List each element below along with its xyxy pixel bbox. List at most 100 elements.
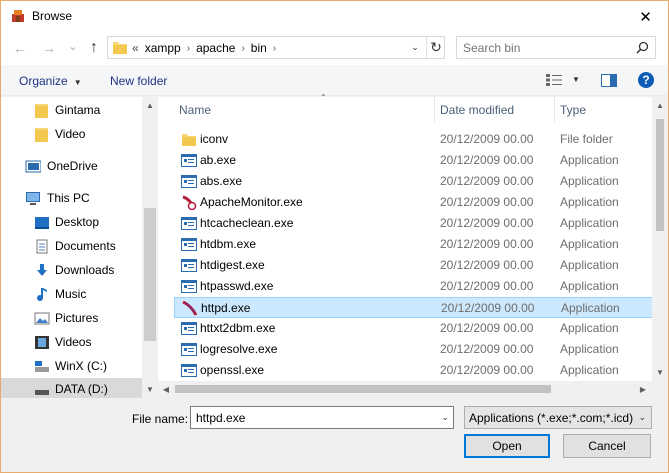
organize-label: Organize [19, 74, 68, 88]
column-divider[interactable] [554, 97, 555, 122]
scrollbar-thumb[interactable] [656, 119, 664, 231]
file-row[interactable]: openssl.exe 20/12/2009 00.00 Application [174, 360, 657, 381]
file-list-scrollbar[interactable]: ▲ ▼ [652, 97, 668, 381]
file-type: Application [560, 153, 619, 167]
sidebar-item-label: WinX (C:) [55, 359, 107, 373]
sort-ascending-icon: ⌃ [320, 93, 327, 102]
file-name-value[interactable]: httpd.exe [196, 411, 245, 425]
file-type: Application [560, 342, 619, 356]
column-header-type[interactable]: Type [560, 97, 586, 122]
sidebar-item-videos[interactable]: Videos [1, 331, 142, 353]
address-bar[interactable]: « xampp › apache › bin › ⌄ ↻ [107, 36, 445, 59]
app-icon [181, 174, 197, 189]
back-button[interactable]: ← [12, 40, 28, 56]
chevron-right-icon[interactable]: › [241, 43, 244, 54]
breadcrumb-xampp[interactable]: xampp [145, 41, 181, 55]
scroll-left-icon[interactable]: ◀ [158, 381, 174, 397]
file-row[interactable]: htdigest.exe 20/12/2009 00.00 Application [174, 255, 657, 276]
scroll-right-icon[interactable]: ▶ [635, 381, 651, 397]
view-options-button[interactable]: ▼ [546, 74, 582, 88]
file-date-modified: 20/12/2009 00.00 [440, 195, 534, 209]
folder-icon [181, 132, 197, 147]
address-dropdown-button[interactable]: ⌄ [406, 37, 424, 58]
sidebar-item-data-d[interactable]: DATA (D:) [1, 378, 142, 398]
file-type: Application [561, 301, 620, 315]
file-row[interactable]: htpasswd.exe 20/12/2009 00.00 Application [174, 276, 657, 297]
file-name: httxt2dbm.exe [200, 321, 276, 335]
sidebar-item-desktop[interactable]: Desktop [1, 211, 142, 233]
search-icon[interactable] [636, 41, 649, 54]
sidebar-item-gintama[interactable]: Gintama [1, 99, 142, 121]
sidebar-item-downloads[interactable]: Downloads [1, 259, 142, 281]
horizontal-scrollbar[interactable]: ◀ ▶ [158, 381, 652, 398]
search-input[interactable] [463, 40, 633, 55]
navigation-scrollbar[interactable]: ▲ ▼ [142, 97, 158, 398]
chevron-right-icon[interactable]: › [187, 43, 190, 54]
forward-button[interactable]: → [41, 40, 57, 56]
refresh-button[interactable]: ↻ [426, 37, 445, 58]
file-row[interactable]: ApacheMonitor.exe 20/12/2009 00.00 Applica… [174, 192, 657, 213]
file-name: htpasswd.exe [200, 279, 274, 293]
column-header-date[interactable]: Date modified [440, 97, 514, 122]
scroll-down-icon[interactable]: ▼ [652, 364, 668, 380]
up-button[interactable]: ↑ [86, 39, 102, 56]
organize-menu[interactable]: Organize ▼ [19, 74, 82, 88]
column-divider[interactable] [434, 97, 435, 122]
scroll-up-icon[interactable]: ▲ [142, 97, 158, 113]
file-name: ApacheMonitor.exe [200, 195, 303, 209]
file-row[interactable]: httxt2dbm.exe 20/12/2009 00.00 Application [174, 318, 657, 339]
music-icon [37, 288, 47, 302]
sidebar-item-winx-c[interactable]: WinX (C:) [1, 355, 142, 377]
new-folder-button[interactable]: New folder [110, 74, 167, 88]
sidebar-item-onedrive[interactable]: OneDrive [1, 155, 142, 177]
sidebar-item-music[interactable]: Music [1, 283, 142, 305]
breadcrumb-bin[interactable]: bin [251, 41, 267, 55]
help-button[interactable]: ? [638, 72, 654, 88]
column-header-name[interactable]: Name ⌃ [179, 93, 327, 122]
file-name-field[interactable]: httpd.exe ⌄ [190, 406, 454, 429]
sidebar-item-this-pc[interactable]: This PC [1, 187, 142, 209]
file-name: htdbm.exe [200, 237, 257, 251]
file-row[interactable]: iconv 20/12/2009 00.00 File folder [174, 129, 657, 150]
app-icon [181, 216, 197, 231]
close-button[interactable]: ✕ [623, 1, 668, 32]
this-pc-icon [26, 192, 40, 205]
sidebar-item-video[interactable]: Video [1, 123, 142, 145]
search-box[interactable] [456, 36, 656, 59]
scroll-up-icon[interactable]: ▲ [652, 97, 668, 113]
downloads-icon [37, 264, 47, 276]
cancel-button[interactable]: Cancel [563, 434, 651, 458]
preview-pane-icon[interactable] [601, 74, 617, 87]
file-type: Application [560, 237, 619, 251]
folder-icon [113, 42, 127, 54]
breadcrumb-apache[interactable]: apache [196, 41, 235, 55]
chevron-down-icon[interactable]: ⌄ [441, 412, 449, 423]
chevron-right-icon[interactable]: › [273, 43, 276, 54]
sidebar-item-label: OneDrive [47, 159, 98, 173]
file-row[interactable]: logresolve.exe 20/12/2009 00.00 Applicatio… [174, 339, 657, 360]
scroll-down-icon[interactable]: ▼ [142, 381, 158, 397]
sidebar-item-label: Pictures [55, 311, 99, 325]
scrollbar-thumb[interactable] [175, 385, 551, 393]
sidebar-item-pictures[interactable]: Pictures [1, 307, 142, 329]
file-row[interactable]: abs.exe 20/12/2009 00.00 Application [174, 171, 657, 192]
file-row[interactable]: htcacheclean.exe 20/12/2009 00.00 Applicat… [174, 213, 657, 234]
recent-locations-button[interactable]: ⌄ [65, 38, 81, 54]
videos-icon [35, 336, 49, 349]
file-row[interactable]: htdbm.exe 20/12/2009 00.00 Application [174, 234, 657, 255]
refresh-icon: ↻ [430, 39, 442, 55]
file-type: Application [560, 363, 619, 377]
file-row[interactable]: httpd.exe 20/12/2009 00.00 Application [174, 297, 657, 318]
onedrive-icon [25, 160, 41, 173]
drive-icon [35, 390, 49, 395]
file-date-modified: 20/12/2009 00.00 [440, 174, 534, 188]
breadcrumb-overflow[interactable]: « [132, 41, 139, 55]
title-bar: Browse ✕ [1, 1, 668, 32]
sidebar-item-documents[interactable]: Documents [1, 235, 142, 257]
scrollbar-thumb[interactable] [144, 208, 156, 341]
file-type-select[interactable]: Applications (*.exe;*.com;*.icd) ⌄ [464, 406, 652, 429]
app-icon [181, 279, 197, 294]
file-type: Application [560, 216, 619, 230]
file-row[interactable]: ab.exe 20/12/2009 00.00 Application [174, 150, 657, 171]
open-button[interactable]: Open [464, 434, 550, 458]
